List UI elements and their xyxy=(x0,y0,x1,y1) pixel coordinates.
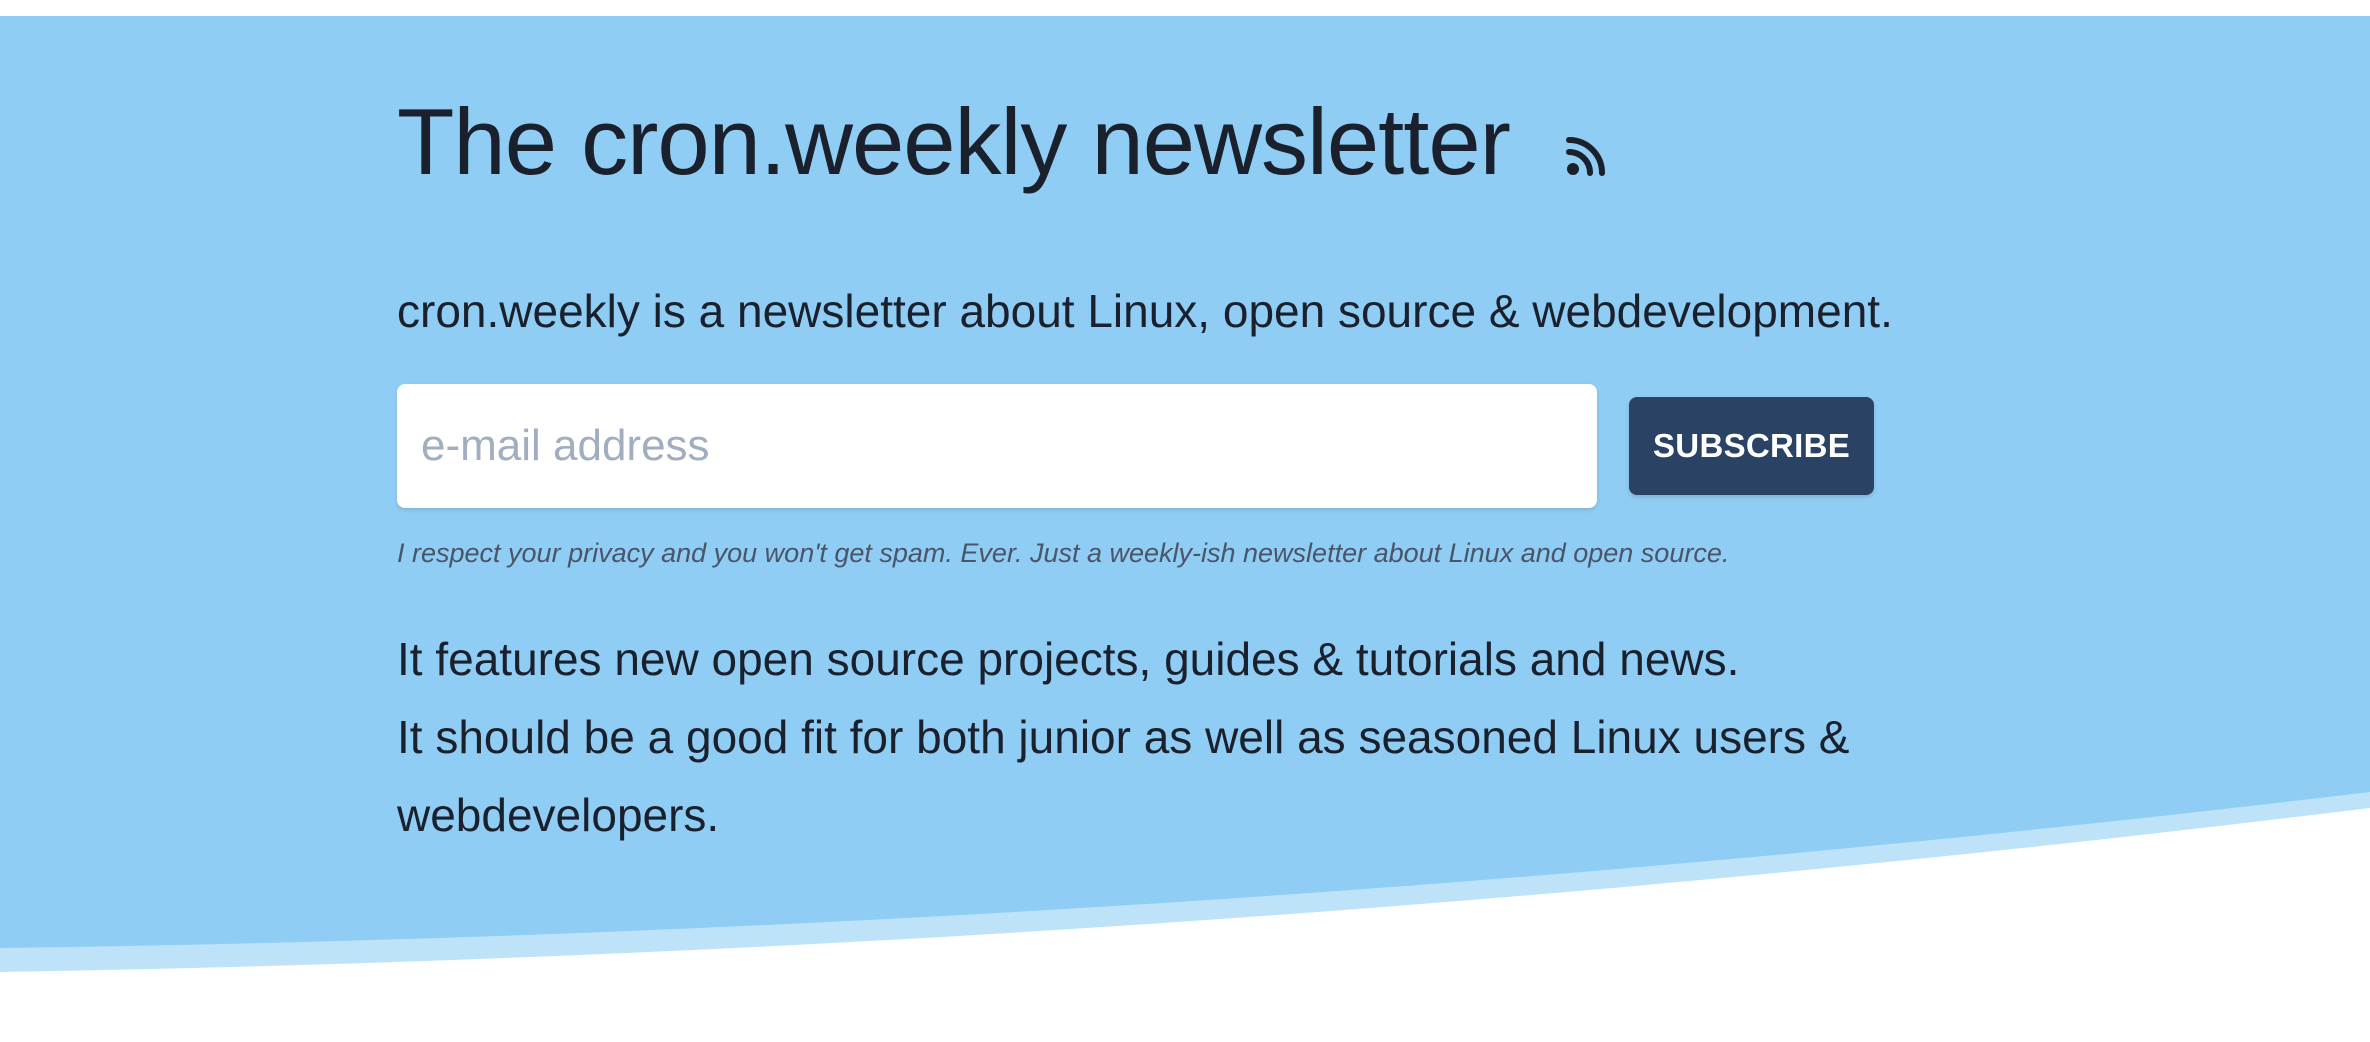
page: The cron.weekly newsletter cron.weekly i… xyxy=(0,0,2370,1042)
subscribe-button[interactable]: SUBSCRIBE xyxy=(1629,397,1875,495)
title-row: The cron.weekly newsletter xyxy=(397,95,1606,189)
features-line-1: It features new open source projects, gu… xyxy=(397,633,1740,685)
subscribe-form: SUBSCRIBE xyxy=(397,384,1875,508)
features-text: It features new open source projects, gu… xyxy=(397,620,1917,854)
rss-icon[interactable] xyxy=(1565,136,1606,176)
features-line-2: It should be a good fit for both junior … xyxy=(397,711,1850,841)
intro-text: cron.weekly is a newsletter about Linux,… xyxy=(397,285,1893,337)
email-input[interactable] xyxy=(397,384,1597,508)
page-title: The cron.weekly newsletter xyxy=(397,89,1511,194)
privacy-note: I respect your privacy and you won't get… xyxy=(397,538,1730,568)
